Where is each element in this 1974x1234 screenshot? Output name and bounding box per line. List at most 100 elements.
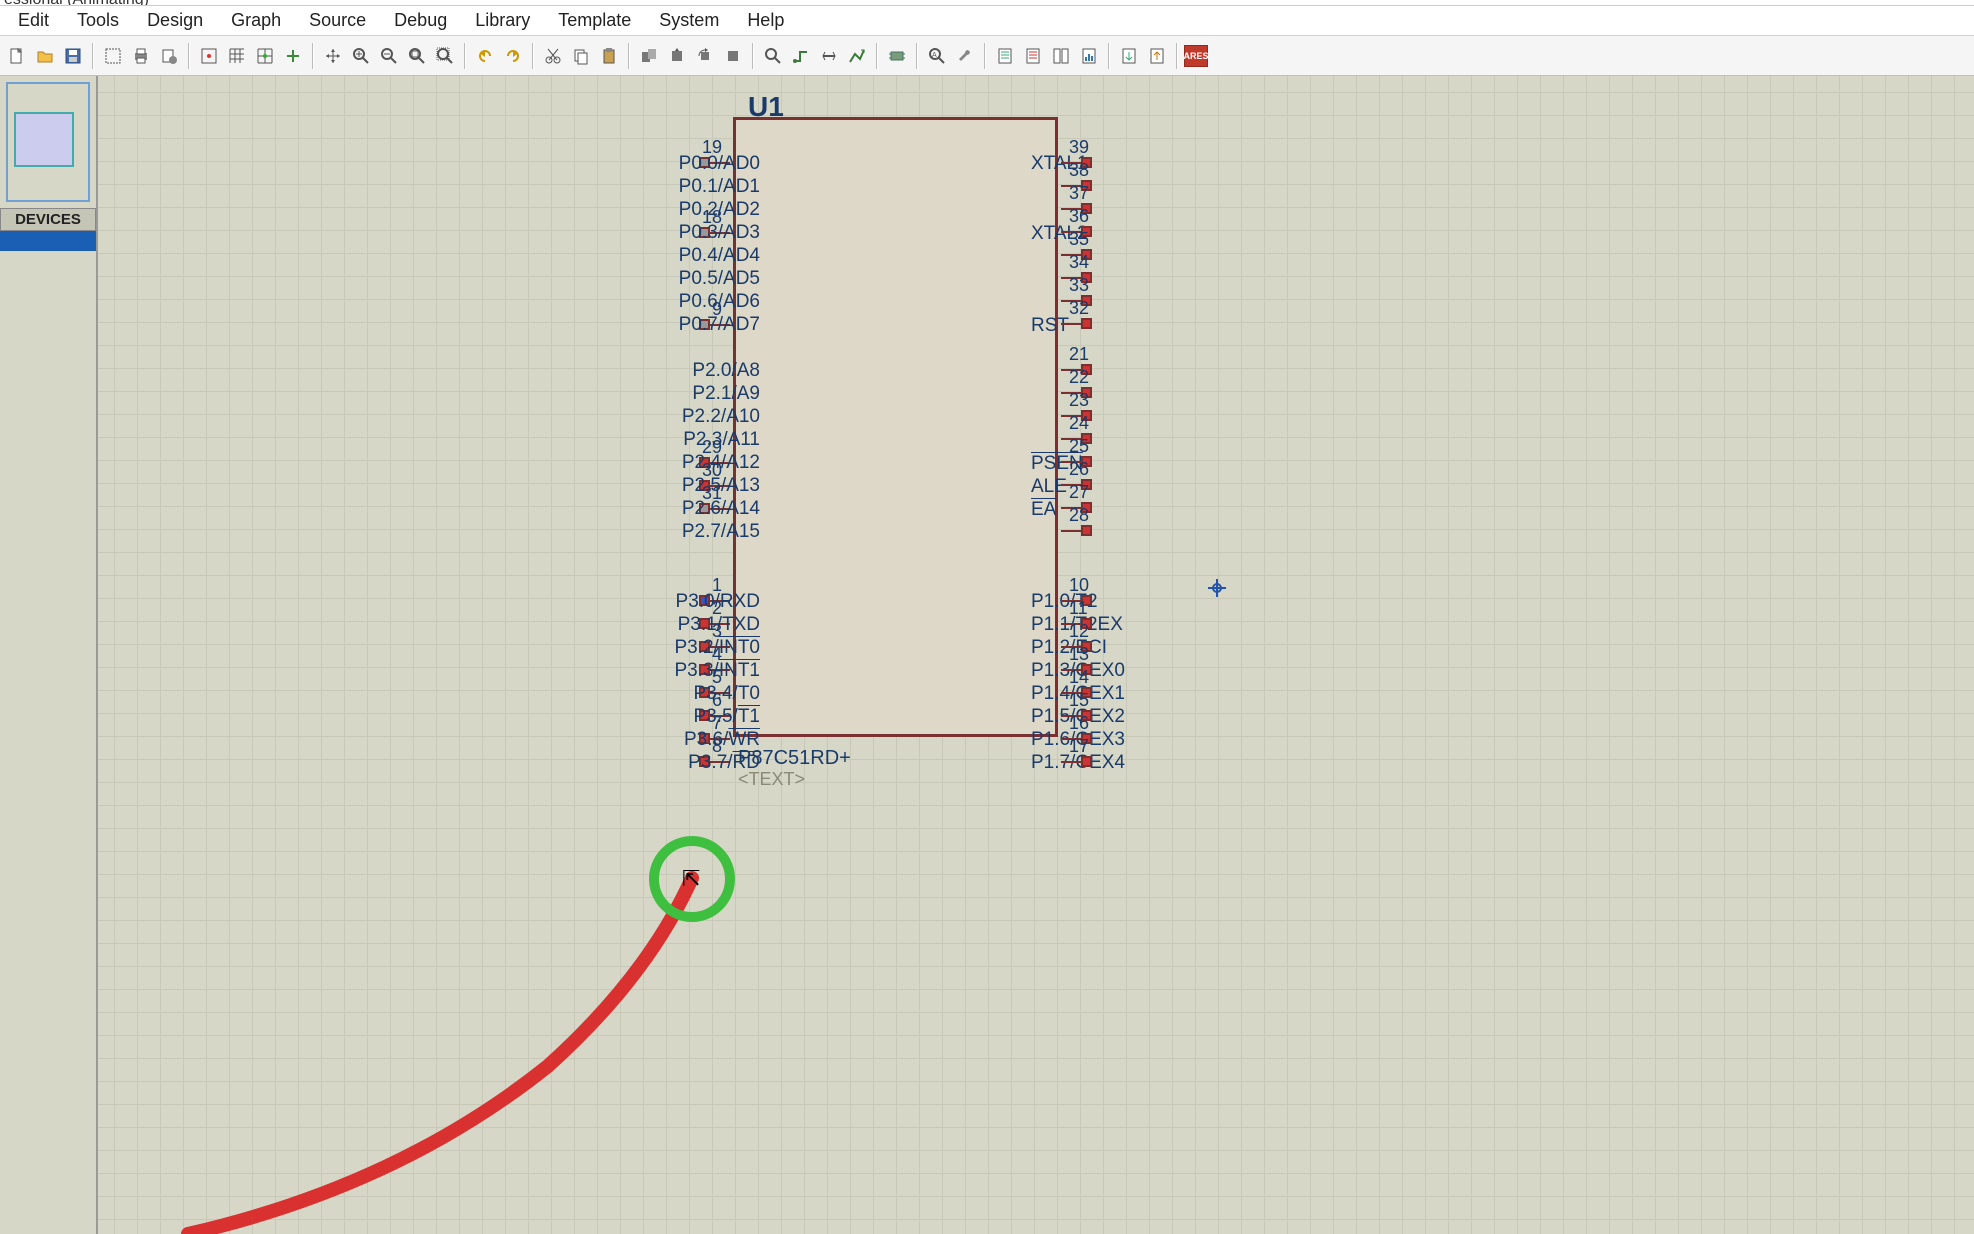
toolbar-separator xyxy=(1108,43,1110,69)
pin-number: 13 xyxy=(1069,644,1089,665)
component-body[interactable]: 19XTAL118XTAL29RST29PSEN30ALE31EA1P1.0/T… xyxy=(733,117,1058,737)
schematic-canvas[interactable]: U1 19XTAL118XTAL29RST29PSEN30ALE31EA1P1.… xyxy=(98,76,1974,1234)
menu-system[interactable]: System xyxy=(645,6,733,35)
pin-number: 25 xyxy=(1069,436,1089,457)
ares-button[interactable]: ARES xyxy=(1184,45,1208,67)
redo-button[interactable] xyxy=(500,43,526,69)
block-rotate-icon xyxy=(696,47,714,65)
print-area-icon xyxy=(104,47,122,65)
zoom-fit-button[interactable] xyxy=(404,43,430,69)
pin-number: 16 xyxy=(1069,713,1089,734)
cut-button[interactable] xyxy=(540,43,566,69)
menu-source[interactable]: Source xyxy=(295,6,380,35)
pin-17[interactable]: 17P3.7/RD xyxy=(1061,756,1092,767)
grid-origin-icon xyxy=(200,47,218,65)
block-move-button[interactable] xyxy=(664,43,690,69)
paste-button[interactable] xyxy=(596,43,622,69)
grid-snap-button[interactable] xyxy=(252,43,278,69)
grid-origin-button[interactable] xyxy=(196,43,222,69)
zoom-region-button[interactable] xyxy=(432,43,458,69)
grid-toggle-button[interactable] xyxy=(224,43,250,69)
print-area-button[interactable] xyxy=(100,43,126,69)
pin-label: P0.7/AD7 xyxy=(679,314,760,336)
new-file-button[interactable] xyxy=(4,43,30,69)
pin-number: 37 xyxy=(1069,183,1089,204)
print-setup-button[interactable] xyxy=(156,43,182,69)
report-erc-icon xyxy=(1024,47,1042,65)
pin-number: 35 xyxy=(1069,229,1089,250)
save-button[interactable] xyxy=(60,43,86,69)
pin-label: P0.2/AD2 xyxy=(679,199,760,221)
pin-number: 22 xyxy=(1069,367,1089,388)
menu-tools[interactable]: Tools xyxy=(63,6,133,35)
toolbar-separator xyxy=(916,43,918,69)
menu-library[interactable]: Library xyxy=(461,6,544,35)
menu-edit[interactable]: Edit xyxy=(4,6,63,35)
pin-label: P2.6/A14 xyxy=(682,498,760,520)
origin-marker xyxy=(1208,579,1226,597)
pin-number: 12 xyxy=(1069,621,1089,642)
pan-crosshair-button[interactable] xyxy=(320,43,346,69)
block-copy-icon xyxy=(640,47,658,65)
cursor-plus-button[interactable] xyxy=(280,43,306,69)
find-button[interactable]: A xyxy=(924,43,950,69)
overview-viewport[interactable] xyxy=(14,112,74,167)
menu-debug[interactable]: Debug xyxy=(380,6,461,35)
copy-button[interactable] xyxy=(568,43,594,69)
pin-label: EA xyxy=(1031,499,1056,521)
toolbar-separator xyxy=(984,43,986,69)
pin-number: 38 xyxy=(1069,160,1089,181)
menu-help[interactable]: Help xyxy=(733,6,798,35)
pin-label: P0.1/AD1 xyxy=(679,176,760,198)
toggle-pins-icon xyxy=(888,47,906,65)
block-copy-button[interactable] xyxy=(636,43,662,69)
netlist-in-button[interactable] xyxy=(1116,43,1142,69)
tools-button[interactable] xyxy=(952,43,978,69)
block-rotate-button[interactable] xyxy=(692,43,718,69)
block-delete-icon xyxy=(724,47,742,65)
menu-template[interactable]: Template xyxy=(544,6,645,35)
devices-selected-row[interactable] xyxy=(0,231,96,251)
pin-28[interactable]: 28P2.7/A15 xyxy=(1061,525,1092,536)
menu-design[interactable]: Design xyxy=(133,6,217,35)
wire-auto-button[interactable] xyxy=(788,43,814,69)
overview-panel[interactable] xyxy=(6,82,90,202)
report-net-button[interactable] xyxy=(1048,43,1074,69)
toolbar-separator xyxy=(464,43,466,69)
pin-label: P2.1/A9 xyxy=(692,383,760,405)
pin-number: 36 xyxy=(1069,206,1089,227)
zoom-in-button[interactable] xyxy=(348,43,374,69)
pin-number: 26 xyxy=(1069,459,1089,480)
pin-label: P3.0/RXD xyxy=(676,591,760,613)
grid-toggle-icon xyxy=(228,47,246,65)
zoom-out-button[interactable] xyxy=(376,43,402,69)
wire-search-button[interactable] xyxy=(816,43,842,69)
copy-icon xyxy=(572,47,590,65)
pick-button[interactable] xyxy=(760,43,786,69)
redo-icon xyxy=(504,47,522,65)
pin-32[interactable]: 32P0.7/AD7 xyxy=(1061,318,1092,329)
component-part: P87C51RD+ xyxy=(738,747,851,770)
undo-button[interactable] xyxy=(472,43,498,69)
block-delete-button[interactable] xyxy=(720,43,746,69)
zoom-in-icon xyxy=(352,47,370,65)
zoom-region-icon xyxy=(436,47,454,65)
paste-icon xyxy=(600,47,618,65)
toggle-pins-button[interactable] xyxy=(884,43,910,69)
pin-label: P0.5/AD5 xyxy=(679,268,760,290)
toolbar-separator xyxy=(1176,43,1178,69)
component-text-placeholder: <TEXT> xyxy=(738,769,805,790)
print-button[interactable] xyxy=(128,43,154,69)
report-bill-button[interactable] xyxy=(992,43,1018,69)
report-stat-button[interactable] xyxy=(1076,43,1102,69)
netlist-out-button[interactable] xyxy=(1144,43,1170,69)
report-erc-button[interactable] xyxy=(1020,43,1046,69)
open-folder-button[interactable] xyxy=(32,43,58,69)
toolbar-separator xyxy=(876,43,878,69)
pin-state-indicator xyxy=(1081,756,1092,767)
pin-number: 24 xyxy=(1069,413,1089,434)
pin-number: 32 xyxy=(1069,298,1089,319)
pin-label: P0.0/AD0 xyxy=(679,153,760,175)
trace-button[interactable] xyxy=(844,43,870,69)
menu-graph[interactable]: Graph xyxy=(217,6,295,35)
